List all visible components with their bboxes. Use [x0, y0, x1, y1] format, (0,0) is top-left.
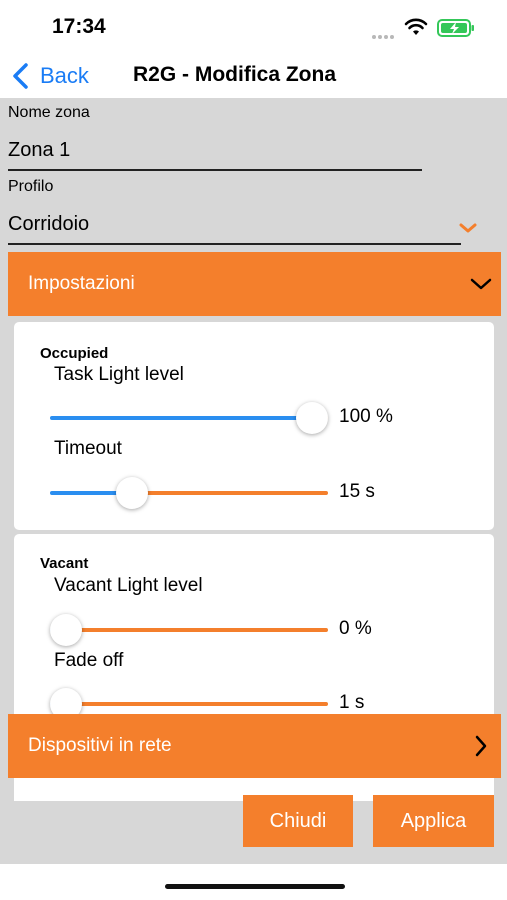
slider-thumb[interactable] [116, 477, 149, 509]
fade-off-label: Fade off [54, 650, 124, 671]
slider-track-inactive [132, 491, 328, 495]
settings-section-title: Impostazioni [28, 273, 135, 294]
devices-section-header[interactable]: Dispositivi in rete [8, 714, 501, 778]
occupied-title: Occupied [40, 345, 109, 362]
task-light-value: 100 % [339, 406, 393, 427]
occupied-card: Occupied Task Light level 100 % Timeout … [14, 322, 494, 530]
timeout-value: 15 s [339, 481, 375, 502]
profile-select[interactable]: Corridoio [8, 213, 89, 236]
zone-name-underline [8, 169, 422, 171]
slider-track-inactive [66, 628, 328, 632]
zone-name-label: Nome zona [8, 104, 90, 121]
chevron-down-icon[interactable] [458, 222, 478, 234]
main-content: Nome zona Zona 1 Profilo Corridoio Impos… [0, 98, 507, 864]
status-time: 17:34 [52, 15, 106, 38]
chevron-left-icon [13, 63, 28, 89]
nav-bar: Back R2G - Modifica Zona [0, 54, 507, 98]
chevron-down-icon [470, 278, 492, 290]
back-label: Back [40, 63, 89, 88]
task-light-slider[interactable] [50, 402, 328, 434]
wifi-icon [404, 18, 428, 35]
close-button[interactable]: Chiudi [243, 795, 353, 847]
task-light-label: Task Light level [54, 364, 184, 385]
vacant-light-slider[interactable] [50, 614, 328, 646]
timeout-label: Timeout [54, 438, 122, 459]
chevron-right-icon [475, 735, 487, 757]
vacant-light-value: 0 % [339, 618, 372, 639]
vacant-light-label: Vacant Light level [54, 575, 203, 596]
page-title: R2G - Modifica Zona [133, 63, 337, 86]
zone-name-input[interactable]: Zona 1 [8, 139, 70, 162]
fade-off-value: 1 s [339, 692, 365, 713]
apply-button[interactable]: Applica [373, 795, 494, 847]
slider-track-inactive [66, 702, 328, 706]
home-indicator [165, 884, 345, 889]
devices-section-title: Dispositivi in rete [28, 735, 172, 756]
settings-section-header[interactable]: Impostazioni [8, 252, 501, 316]
profile-underline [8, 243, 461, 245]
timeout-slider[interactable] [50, 477, 328, 509]
slider-track-active [50, 416, 312, 420]
slider-thumb[interactable] [296, 402, 328, 434]
slider-thumb[interactable] [50, 614, 82, 646]
back-button[interactable]: Back [10, 60, 89, 92]
battery-charging-icon [437, 19, 474, 37]
status-bar: 17:34 [0, 0, 507, 54]
profile-label: Profilo [8, 178, 54, 195]
signal-dots-icon [372, 26, 398, 39]
vacant-title: Vacant [40, 555, 89, 572]
